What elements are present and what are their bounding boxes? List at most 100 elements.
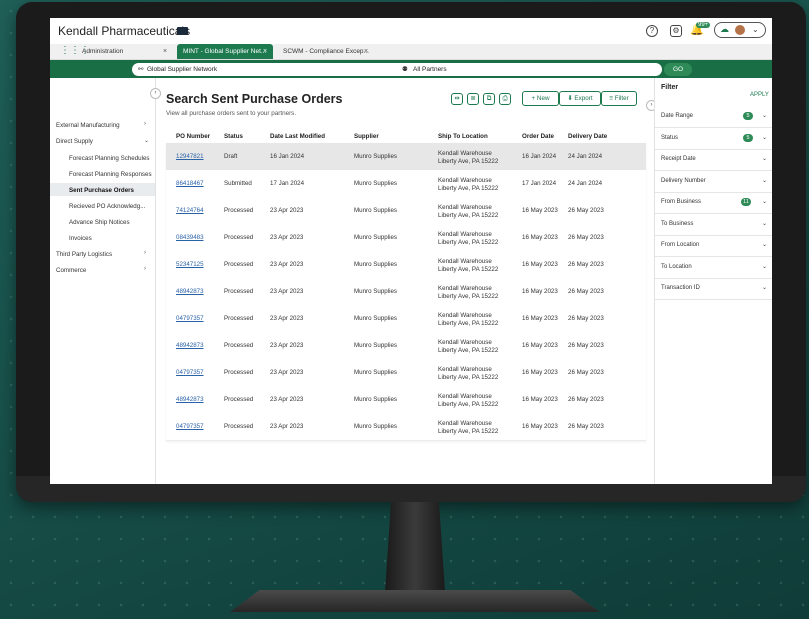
table-row[interactable]: 48942873 Processed 23 Apr 2023 Munro Suppli… <box>166 386 646 414</box>
ship-to-line2: Liberty Ave, PA 15222 <box>438 158 499 165</box>
table-row[interactable]: 86418467 Submitted 17 Jan 2024 Munro Suppli… <box>166 170 646 198</box>
po-number-link[interactable]: 04797357 <box>176 305 204 332</box>
po-number-link[interactable]: 74124764 <box>176 197 204 224</box>
user-menu[interactable]: ☁ ⌄ <box>714 22 766 38</box>
po-number-link[interactable]: 12947821 <box>176 143 204 170</box>
table-row[interactable]: 48942873 Processed 23 Apr 2023 Munro Suppli… <box>166 278 646 306</box>
table-row[interactable]: 48942873 Processed 23 Apr 2023 Munro Suppli… <box>166 332 646 360</box>
ship-to-line1: Kendall Warehouse <box>438 366 492 373</box>
sidebar-item-external-manufacturing[interactable]: External Manufacturing <box>56 122 120 129</box>
filter-panel: Filter APPLY Date Range 5 ⌄ Status 5 ⌄ Receipt… <box>654 78 772 484</box>
tab-bar: ⋮⋮⋮ Administration × MINT - Global Suppl… <box>50 44 772 60</box>
chevron-down-icon[interactable]: ⌄ <box>762 155 767 162</box>
ship-to-line1: Kendall Warehouse <box>438 339 492 346</box>
chevron-right-icon[interactable]: › <box>144 121 146 127</box>
sidebar-item-asn[interactable]: Advance Ship Notices <box>69 219 130 226</box>
filter-item[interactable]: From Location ⌄ <box>655 235 772 257</box>
list-icon[interactable]: ≣ <box>467 93 479 105</box>
sidebar-item-3pl[interactable]: Third Party Logistics <box>56 251 112 258</box>
chevron-down-icon[interactable]: ⌄ <box>762 241 767 248</box>
filter-item-label: Date Range <box>661 113 694 119</box>
export-button[interactable]: ⬇ Export <box>559 91 601 106</box>
table-row[interactable]: 08439483 Processed 23 Apr 2023 Munro Suppli… <box>166 224 646 252</box>
tab-administration[interactable]: Administration <box>82 44 162 59</box>
tab-mint[interactable]: MINT - Global Supplier Net... <box>177 44 273 59</box>
chevron-down-icon[interactable]: ⌄ <box>762 220 767 227</box>
chevron-down-icon[interactable]: ⌄ <box>762 134 767 141</box>
supplier-name: Munro Supplies <box>354 369 397 376</box>
order-date: 16 May 2023 <box>522 369 558 376</box>
po-number-link[interactable]: 86418467 <box>176 170 204 197</box>
sidebar-item-forecast-schedules[interactable]: Forecast Planning Schedules <box>69 155 150 162</box>
table-row[interactable]: 12947821 Draft 16 Jan 2024 Munro Supplies Ke… <box>166 143 646 171</box>
ship-to-location: Kendall Warehouse Liberty Ave, PA 15222 <box>438 339 498 355</box>
sidebar-item-commerce[interactable]: Commerce <box>56 267 86 274</box>
new-button[interactable]: + New <box>522 91 559 106</box>
filter-item[interactable]: To Location ⌄ <box>655 257 772 279</box>
table-row[interactable]: 04797357 Processed 23 Apr 2023 Munro Suppli… <box>166 305 646 333</box>
chevron-down-icon[interactable]: ⌄ <box>762 112 767 119</box>
po-number-link[interactable]: 48942873 <box>176 332 204 359</box>
supplier-name: Munro Supplies <box>354 288 397 295</box>
ship-to-location: Kendall Warehouse Liberty Ave, PA 15222 <box>438 150 498 166</box>
order-date: 16 May 2023 <box>522 288 558 295</box>
filter-item[interactable]: Receipt Date ⌄ <box>655 149 772 171</box>
delivery-date: 26 May 2023 <box>568 261 604 268</box>
status-text: Processed <box>224 234 254 241</box>
sidebar-item-invoices[interactable]: Invoices <box>69 235 92 242</box>
status-text: Processed <box>224 288 254 295</box>
copy-icon[interactable]: ⧉ <box>483 93 495 105</box>
close-icon[interactable]: × <box>364 44 368 59</box>
po-number-link[interactable]: 52347125 <box>176 251 204 278</box>
sidebar-item-received-po[interactable]: Recieved PO Acknowledg... <box>69 203 145 210</box>
settings-icon[interactable]: ⚙ <box>670 25 682 37</box>
chevron-down-icon[interactable]: ⌄ <box>762 198 767 205</box>
sidebar-collapse-button[interactable]: ‹ <box>150 88 161 99</box>
filter-item[interactable]: To Business ⌄ <box>655 214 772 236</box>
ship-to-line1: Kendall Warehouse <box>438 285 492 292</box>
go-button[interactable]: GO <box>664 63 692 76</box>
date-modified: 16 Jan 2024 <box>270 153 305 160</box>
apply-button[interactable]: APPLY <box>750 92 769 98</box>
chevron-down-icon[interactable]: ⌄ <box>144 137 149 144</box>
filter-item[interactable]: Date Range 5 ⌄ <box>655 106 772 128</box>
close-icon[interactable]: × <box>163 44 167 59</box>
close-icon[interactable]: × <box>263 44 267 59</box>
filter-item[interactable]: Status 5 ⌄ <box>655 128 772 150</box>
po-number-link[interactable]: 48942873 <box>176 386 204 413</box>
status-text: Submitted <box>224 180 252 187</box>
filter-item[interactable]: Transaction ID ⌄ <box>655 278 772 300</box>
po-number-link[interactable]: 04797357 <box>176 359 204 386</box>
export-label: Export <box>574 95 593 102</box>
chevron-down-icon[interactable]: ⌄ <box>762 263 767 270</box>
filter-item[interactable]: Delivery Number ⌄ <box>655 171 772 193</box>
ship-to-location: Kendall Warehouse Liberty Ave, PA 15222 <box>438 258 498 274</box>
table-row[interactable]: 52347125 Processed 23 Apr 2023 Munro Suppli… <box>166 251 646 279</box>
chevron-down-icon[interactable]: ⌄ <box>762 177 767 184</box>
po-number-link[interactable]: 48942873 <box>176 278 204 305</box>
columns-icon[interactable]: ⇹ <box>451 93 463 105</box>
print-icon[interactable]: ⎙ <box>499 93 511 105</box>
table-row[interactable]: 04797357 Processed 23 Apr 2023 Munro Suppli… <box>166 413 646 441</box>
table-row[interactable]: 04797357 Processed 23 Apr 2023 Munro Suppli… <box>166 359 646 387</box>
search-input[interactable]: ⚯ Global Supplier Network ⚉ All Partners <box>132 63 662 76</box>
supplier-name: Munro Supplies <box>354 234 397 241</box>
help-icon[interactable]: ? <box>646 25 658 37</box>
ship-to-line2: Liberty Ave, PA 15222 <box>438 266 499 273</box>
chevron-right-icon[interactable]: › <box>144 250 146 256</box>
order-date: 16 May 2023 <box>522 396 558 403</box>
sidebar-item-direct-supply[interactable]: Direct Supply <box>56 138 93 145</box>
sidebar-item-sent-po[interactable]: Sent Purchase Orders <box>69 187 134 194</box>
table-row[interactable]: 74124764 Processed 23 Apr 2023 Munro Suppli… <box>166 197 646 225</box>
filter-item-label: From Location <box>661 242 700 248</box>
chevron-down-icon[interactable]: ⌄ <box>762 284 767 291</box>
po-number-link[interactable]: 08439483 <box>176 224 204 251</box>
sidebar-item-forecast-responses[interactable]: Forecast Planning Responses <box>69 171 152 178</box>
order-date: 16 May 2023 <box>522 261 558 268</box>
tab-scwm[interactable]: SCWM - Compliance Excep... <box>283 44 373 59</box>
chevron-right-icon[interactable]: › <box>144 266 146 272</box>
filter-button[interactable]: ≡ Filter <box>601 91 637 106</box>
filter-item[interactable]: From Business 11 ⌄ <box>655 192 772 214</box>
po-number-link[interactable]: 04797357 <box>176 413 204 440</box>
order-date: 16 May 2023 <box>522 207 558 214</box>
